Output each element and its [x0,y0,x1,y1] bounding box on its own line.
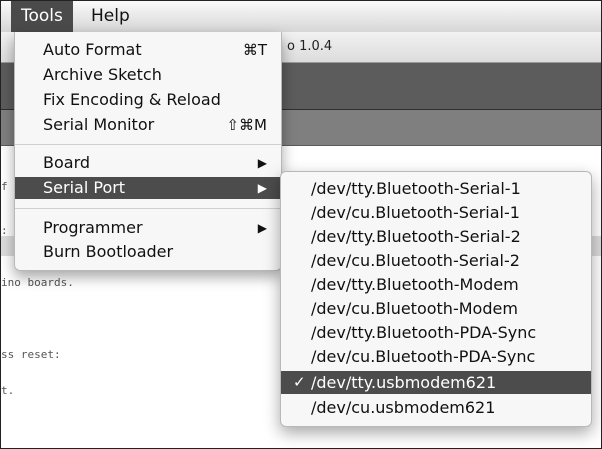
serial-port-label: /dev/tty.Bluetooth-Serial-2 [311,227,521,246]
shortcut-auto-format: ⌘T [242,41,267,59]
serial-port-option[interactable]: /dev/cu.Bluetooth-Modem [281,297,591,320]
serial-port-label: /dev/cu.Bluetooth-Serial-2 [311,251,520,270]
menu-item-auto-format[interactable]: Auto Format ⌘T [15,39,281,61]
serial-port-option[interactable]: /dev/tty.Bluetooth-Serial-2 [281,225,591,248]
code-line: ino boards. [1,276,74,289]
submenu-arrow-icon: ▶ [257,156,267,170]
tools-dropdown: Auto Format ⌘T Archive Sketch Fix Encodi… [14,32,282,271]
menu-separator [15,144,281,145]
menu-item-label: Archive Sketch [43,65,162,84]
submenu-arrow-icon: ▶ [257,221,267,235]
menu-item-serial-port[interactable]: Serial Port ▶ [15,177,281,199]
submenu-arrow-icon: ▶ [257,181,267,195]
serial-port-submenu: /dev/tty.Bluetooth-Serial-1 /dev/cu.Blue… [280,171,592,427]
code-line: t. [1,384,15,397]
menu-item-label: Auto Format [43,40,142,59]
serial-port-option[interactable]: /dev/cu.Bluetooth-PDA-Sync [281,345,591,368]
serial-port-option[interactable]: /dev/cu.usbmodem621 [281,396,591,419]
menu-item-fix-encoding[interactable]: Fix Encoding & Reload [15,89,281,111]
shortcut-serial-monitor: ⇧⌘M [226,116,267,134]
menu-item-burn-bootloader[interactable]: Burn Bootloader [15,241,281,263]
checkmark-icon: ✓ [293,373,306,391]
menu-item-programmer[interactable]: Programmer ▶ [15,217,281,239]
menu-bar: Tools Help [1,1,601,33]
serial-port-option[interactable]: /dev/tty.Bluetooth-Serial-1 [281,177,591,200]
menu-item-label: Fix Encoding & Reload [43,90,221,109]
serial-port-option-selected[interactable]: ✓ /dev/tty.usbmodem621 [281,371,591,394]
menu-item-serial-monitor[interactable]: Serial Monitor ⇧⌘M [15,114,281,136]
menu-item-label: Programmer [43,218,143,237]
serial-port-option[interactable]: /dev/tty.Bluetooth-PDA-Sync [281,321,591,344]
menu-help[interactable]: Help [81,1,140,32]
serial-port-option[interactable]: /dev/cu.Bluetooth-Serial-2 [281,249,591,272]
menu-item-archive-sketch[interactable]: Archive Sketch [15,64,281,86]
code-line: : [1,224,8,237]
serial-port-label: /dev/tty.Bluetooth-Modem [311,275,519,294]
window-title: o 1.0.4 [287,39,333,54]
menu-item-label: Board [43,153,91,172]
serial-port-label: /dev/cu.Bluetooth-Serial-1 [311,203,520,222]
serial-port-label: /dev/cu.usbmodem621 [311,398,496,417]
menu-separator [15,208,281,209]
menu-item-label: Serial Monitor [43,115,155,134]
serial-port-option[interactable]: /dev/tty.Bluetooth-Modem [281,273,591,296]
menu-item-board[interactable]: Board ▶ [15,152,281,174]
serial-port-label: /dev/tty.Bluetooth-PDA-Sync [311,323,537,342]
serial-port-label: /dev/cu.Bluetooth-Modem [311,299,518,318]
code-line: ss reset: [1,348,61,361]
menu-item-label: Burn Bootloader [43,242,174,261]
menu-tools[interactable]: Tools [11,1,73,32]
menu-item-label: Serial Port [43,178,126,197]
serial-port-label: /dev/tty.usbmodem621 [311,373,497,392]
serial-port-option[interactable]: /dev/cu.Bluetooth-Serial-1 [281,201,591,224]
serial-port-label: /dev/tty.Bluetooth-Serial-1 [311,179,521,198]
screenshot-frame: Tools Help o 1.0.4 f : ino boards. ss re… [0,0,602,449]
serial-port-label: /dev/cu.Bluetooth-PDA-Sync [311,347,536,366]
code-line: f [1,180,8,193]
